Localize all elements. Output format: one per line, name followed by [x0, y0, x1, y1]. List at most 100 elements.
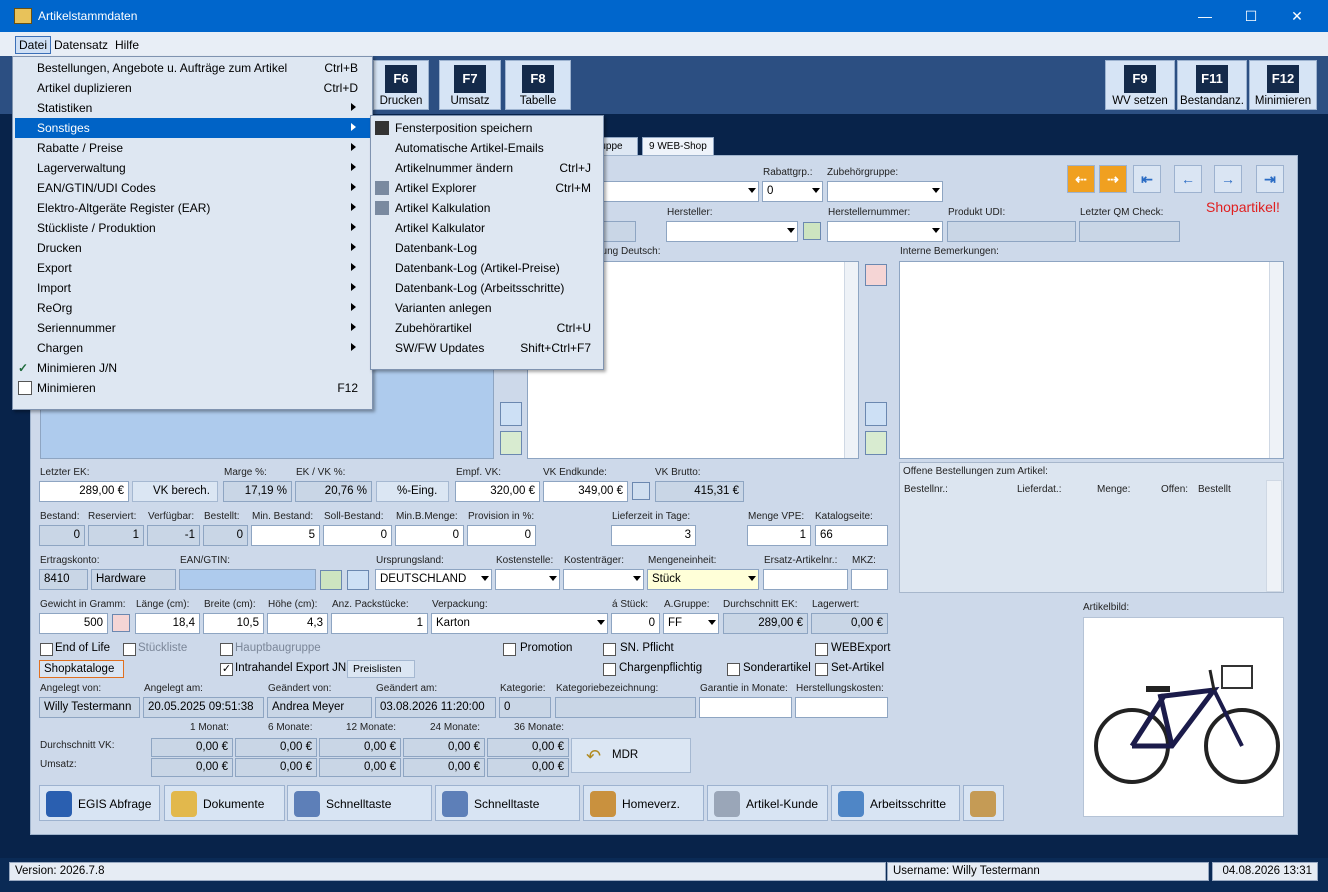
ursprungsland-select[interactable]: DEUTSCHLAND	[375, 569, 492, 590]
f11-bestand-button[interactable]: F11 Bestandanz.	[1177, 60, 1247, 110]
laenge-field[interactable]: 18,4	[135, 613, 200, 634]
sonstiges-menu-item[interactable]: SW/FW Updates Shift+Ctrl+F7	[373, 338, 601, 358]
menu-datei[interactable]: Datei	[15, 36, 52, 54]
artikelbild-image[interactable]	[1083, 617, 1284, 817]
sonstiges-menu-item[interactable]: Artikel Explorer Ctrl+M	[373, 178, 601, 198]
nav-next-orange-button[interactable]: ⇢	[1099, 165, 1127, 193]
datei-menu-item[interactable]: Export	[15, 258, 370, 278]
end-of-life-checkbox[interactable]	[40, 643, 53, 656]
ean-help-icon[interactable]	[347, 570, 369, 590]
datei-menu-item[interactable]: Statistiken	[15, 98, 370, 118]
menu-hilfe[interactable]: Hilfe	[115, 38, 139, 52]
tab-web-shop[interactable]: 9 WEB-Shop	[642, 137, 714, 156]
bestellungen-scrollbar[interactable]	[1266, 480, 1282, 592]
chargenpflichtig-checkbox[interactable]	[603, 663, 616, 676]
mkz-field[interactable]	[851, 569, 888, 590]
a-gruppe-select[interactable]: FF	[663, 613, 719, 634]
artikel-kunde-button[interactable]: Artikel-Kunde	[707, 785, 828, 821]
verpackung-select[interactable]: Karton	[431, 613, 608, 634]
sonstiges-menu-item[interactable]: Fensterposition speichern	[373, 118, 601, 138]
produkt-udi-field[interactable]	[947, 221, 1076, 242]
intrahandel-checkbox[interactable]: ✓	[220, 663, 233, 676]
egis-abfrage-button[interactable]: EGIS Abfrage	[39, 785, 160, 821]
maximize-button[interactable]: ☐	[1228, 0, 1274, 32]
min-b-menge-field[interactable]: 0	[395, 525, 464, 546]
set-artikel-checkbox[interactable]	[815, 663, 828, 676]
qm-check-field[interactable]	[1079, 221, 1180, 242]
clipboard-button[interactable]	[963, 785, 1004, 821]
nav-prev-orange-button[interactable]: ⇠	[1067, 165, 1095, 193]
sonstiges-menu-item[interactable]: Zubehörartikel Ctrl+U	[373, 318, 601, 338]
datei-menu-item[interactable]: Import	[15, 278, 370, 298]
datei-menu-item[interactable]: ReOrg	[15, 298, 370, 318]
ersatz-field[interactable]	[763, 569, 848, 590]
arbeitsschritte-button[interactable]: Arbeitsschritte	[831, 785, 960, 821]
ean-add-icon[interactable]	[320, 570, 342, 590]
artikelgruppe-select[interactable]	[595, 181, 759, 202]
prozent-eing-button[interactable]: %-Eing.	[376, 481, 449, 502]
sonstiges-menu-item[interactable]: Artikelnummer ändern Ctrl+J	[373, 158, 601, 178]
kategorie-field[interactable]: 0	[499, 697, 551, 718]
sonstiges-menu-item[interactable]: Artikel Kalkulation	[373, 198, 601, 218]
zubehoergruppe-select[interactable]	[827, 181, 943, 202]
hersteller-select[interactable]	[666, 221, 798, 242]
sonstiges-menu-item[interactable]: Datenbank-Log (Arbeitsschritte)	[373, 278, 601, 298]
katalogseite-field[interactable]: 66	[815, 525, 888, 546]
sn-pflicht-checkbox[interactable]	[603, 643, 616, 656]
homeverz-button[interactable]: Homeverz.	[583, 785, 704, 821]
herstellernummer-select[interactable]	[827, 221, 943, 242]
close-button[interactable]: ✕	[1274, 0, 1320, 32]
letzter-ek-field[interactable]: 289,00 €	[39, 481, 129, 502]
mengeneinheit-select[interactable]: Stück	[647, 569, 759, 590]
vk-edit-icon[interactable]	[632, 482, 650, 500]
schnelltaste-button-1[interactable]: Schnelltaste	[287, 785, 432, 821]
kl-translate-icon[interactable]	[500, 402, 522, 426]
schnelltaste-button-2[interactable]: Schnelltaste	[435, 785, 580, 821]
nav-last-button[interactable]: ⇥	[1256, 165, 1284, 193]
shopkataloge-button[interactable]: Shopkataloge	[39, 660, 124, 678]
kl-translate-icon-2[interactable]	[865, 402, 887, 426]
gewicht-calc-icon[interactable]	[112, 614, 130, 632]
datei-menu-item[interactable]: Chargen	[15, 338, 370, 358]
hoehe-field[interactable]: 4,3	[267, 613, 328, 634]
datei-menu-item[interactable]: Lagerverwaltung	[15, 158, 370, 178]
bemerkungen-textarea[interactable]	[899, 261, 1284, 459]
f12-minimieren-button[interactable]: F12 Minimieren	[1249, 60, 1317, 110]
webexport-checkbox[interactable]	[815, 643, 828, 656]
min-bestand-field[interactable]: 5	[251, 525, 320, 546]
hauptbaugruppe-checkbox[interactable]	[220, 643, 233, 656]
datei-menu-item[interactable]: EAN/GTIN/UDI Codes	[15, 178, 370, 198]
nav-prev-button[interactable]: ←	[1174, 165, 1202, 193]
ertragskonto-field[interactable]: 8410	[39, 569, 88, 590]
spellcheck-icon-2[interactable]	[865, 431, 887, 455]
sonderartikel-checkbox[interactable]	[727, 663, 740, 676]
promotion-checkbox[interactable]	[503, 643, 516, 656]
gewicht-field[interactable]: 500	[39, 613, 108, 634]
sonstiges-menu-item[interactable]: Datenbank-Log	[373, 238, 601, 258]
nav-next-button[interactable]: →	[1214, 165, 1242, 193]
datei-menu-item[interactable]: Artikel duplizieren Ctrl+D	[15, 78, 370, 98]
vk-endkunde-field[interactable]: 349,00 €	[543, 481, 628, 502]
stueckliste-checkbox[interactable]	[123, 643, 136, 656]
f6-drucken-button[interactable]: F6 Drucken	[373, 60, 429, 110]
datei-menu-item[interactable]: Stückliste / Produktion	[15, 218, 370, 238]
datei-menu-item[interactable]: Rabatte / Preise	[15, 138, 370, 158]
datei-menu-item[interactable]: Bestellungen, Angebote u. Aufträge zum A…	[15, 58, 370, 78]
f8-tabelle-button[interactable]: F8 Tabelle	[505, 60, 571, 110]
vk-berech-button[interactable]: VK berech.	[132, 481, 218, 502]
menu-datensatz[interactable]: Datensatz	[54, 38, 108, 52]
dokumente-button[interactable]: Dokumente	[164, 785, 285, 821]
sonstiges-menu-item[interactable]: Datenbank-Log (Artikel-Preise)	[373, 258, 601, 278]
rabattgrp-select[interactable]: 0	[762, 181, 823, 202]
hersteller-add-icon[interactable]	[803, 222, 821, 240]
breite-field[interactable]: 10,5	[203, 613, 264, 634]
nav-first-button[interactable]: ⇤	[1133, 165, 1161, 193]
menge-vpe-field[interactable]: 1	[747, 525, 811, 546]
herstellkosten-field[interactable]	[795, 697, 888, 718]
provision-field[interactable]: 0	[467, 525, 536, 546]
spellcheck-icon[interactable]	[500, 431, 522, 455]
preislisten-button[interactable]: Preislisten	[347, 660, 415, 678]
kostentraeger-select[interactable]	[563, 569, 644, 590]
lieferzeit-field[interactable]: 3	[611, 525, 696, 546]
f7-umsatz-button[interactable]: F7 Umsatz	[439, 60, 501, 110]
